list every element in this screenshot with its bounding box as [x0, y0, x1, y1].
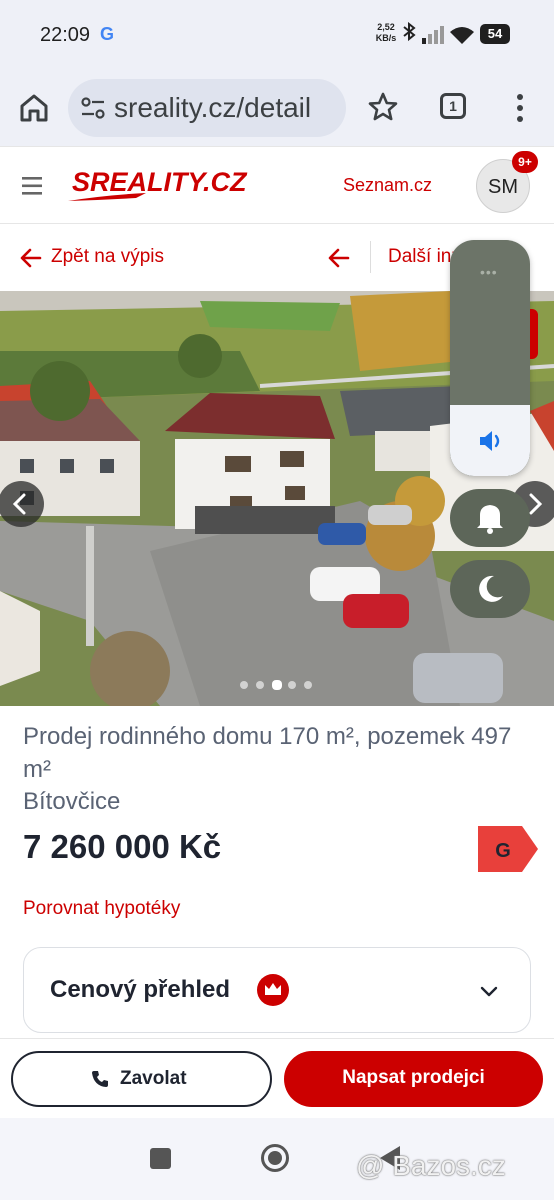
previous-listing-icon[interactable] [328, 247, 350, 269]
bluetooth-icon [403, 22, 416, 42]
bell-icon [477, 505, 503, 534]
chevron-down-icon[interactable] [478, 980, 500, 1002]
notification-badge: 9+ [512, 151, 538, 173]
gallery-dot[interactable] [288, 681, 296, 689]
system-navigation-bar: @ Bazos.cz [0, 1118, 554, 1200]
sreality-logo[interactable]: SREALITY.CZ [66, 165, 298, 205]
moon-icon [479, 575, 503, 602]
hamburger-menu-icon[interactable] [22, 175, 46, 197]
seznam-link[interactable]: Seznam.cz [343, 175, 432, 196]
volume-slider[interactable]: ••• [450, 240, 530, 476]
gallery-dot[interactable] [304, 681, 312, 689]
price-overview-accordion[interactable]: Cenový přehled [23, 947, 531, 1033]
gallery-pagination [240, 678, 320, 690]
call-button[interactable]: Zavolat [11, 1051, 272, 1107]
logo-text: SREALITY.CZ [72, 167, 248, 197]
recent-apps-icon[interactable] [150, 1148, 171, 1169]
browser-toolbar: sreality.cz/detail 1 [0, 70, 554, 146]
home-icon[interactable] [16, 90, 52, 126]
volume-handle[interactable]: ••• [480, 264, 498, 280]
status-bar: 22:09 G 2,52 KB/s 54 [0, 0, 554, 70]
status-time: 22:09 [40, 24, 91, 46]
compare-mortgages-link[interactable]: Porovnat hypotéky [23, 898, 180, 920]
do-not-disturb-button[interactable] [450, 560, 530, 618]
back-to-list-link[interactable]: Zpět na výpis [51, 246, 164, 268]
message-seller-label: Napsat prodejci [342, 1067, 485, 1088]
url-text[interactable]: sreality.cz/detail [114, 92, 311, 124]
divider [370, 241, 371, 273]
red-tab-edge [530, 309, 538, 359]
speaker-icon[interactable] [475, 426, 505, 456]
gallery-dot[interactable] [240, 681, 248, 689]
energy-class-badge[interactable]: G [478, 826, 538, 872]
message-seller-button[interactable]: Napsat prodejci [284, 1051, 543, 1107]
energy-class-label: G [495, 840, 511, 862]
signal-icon [422, 26, 444, 44]
ring-mode-button[interactable] [450, 489, 530, 547]
call-label: Zavolat [120, 1068, 187, 1089]
phone-icon [92, 1071, 108, 1087]
bookmark-star-icon[interactable] [366, 90, 400, 124]
listing-price: 7 260 000 Kč [23, 828, 222, 865]
chevron-left-icon [12, 493, 26, 515]
gallery-prev-button[interactable] [0, 481, 44, 527]
wifi-icon [450, 27, 474, 44]
network-speed: 2,52 KB/s [375, 22, 397, 43]
crown-icon [257, 974, 289, 1006]
contact-action-bar: Zavolat Napsat prodejci [0, 1038, 554, 1118]
site-header: SREALITY.CZ Seznam.cz SM 9+ [0, 146, 554, 224]
site-settings-icon[interactable] [80, 96, 106, 120]
gallery-dot[interactable] [256, 681, 264, 689]
gallery-dot[interactable] [272, 680, 282, 690]
arrow-left-icon[interactable] [20, 247, 42, 269]
battery-icon: 54 [480, 24, 510, 44]
listing-title: Prodej rodinného domu 170 m², pozemek 49… [23, 723, 512, 783]
address-bar[interactable]: sreality.cz/detail [68, 79, 346, 137]
watermark-text: @ Bazos.cz [356, 1150, 506, 1181]
google-app-icon: G [100, 24, 115, 44]
home-circle-icon[interactable] [260, 1143, 290, 1173]
listing-location: Bítovčice [23, 788, 121, 815]
tabs-icon[interactable]: 1 [440, 93, 466, 119]
overflow-menu-icon[interactable] [510, 90, 530, 126]
price-overview-title: Cenový přehled [50, 976, 231, 1003]
